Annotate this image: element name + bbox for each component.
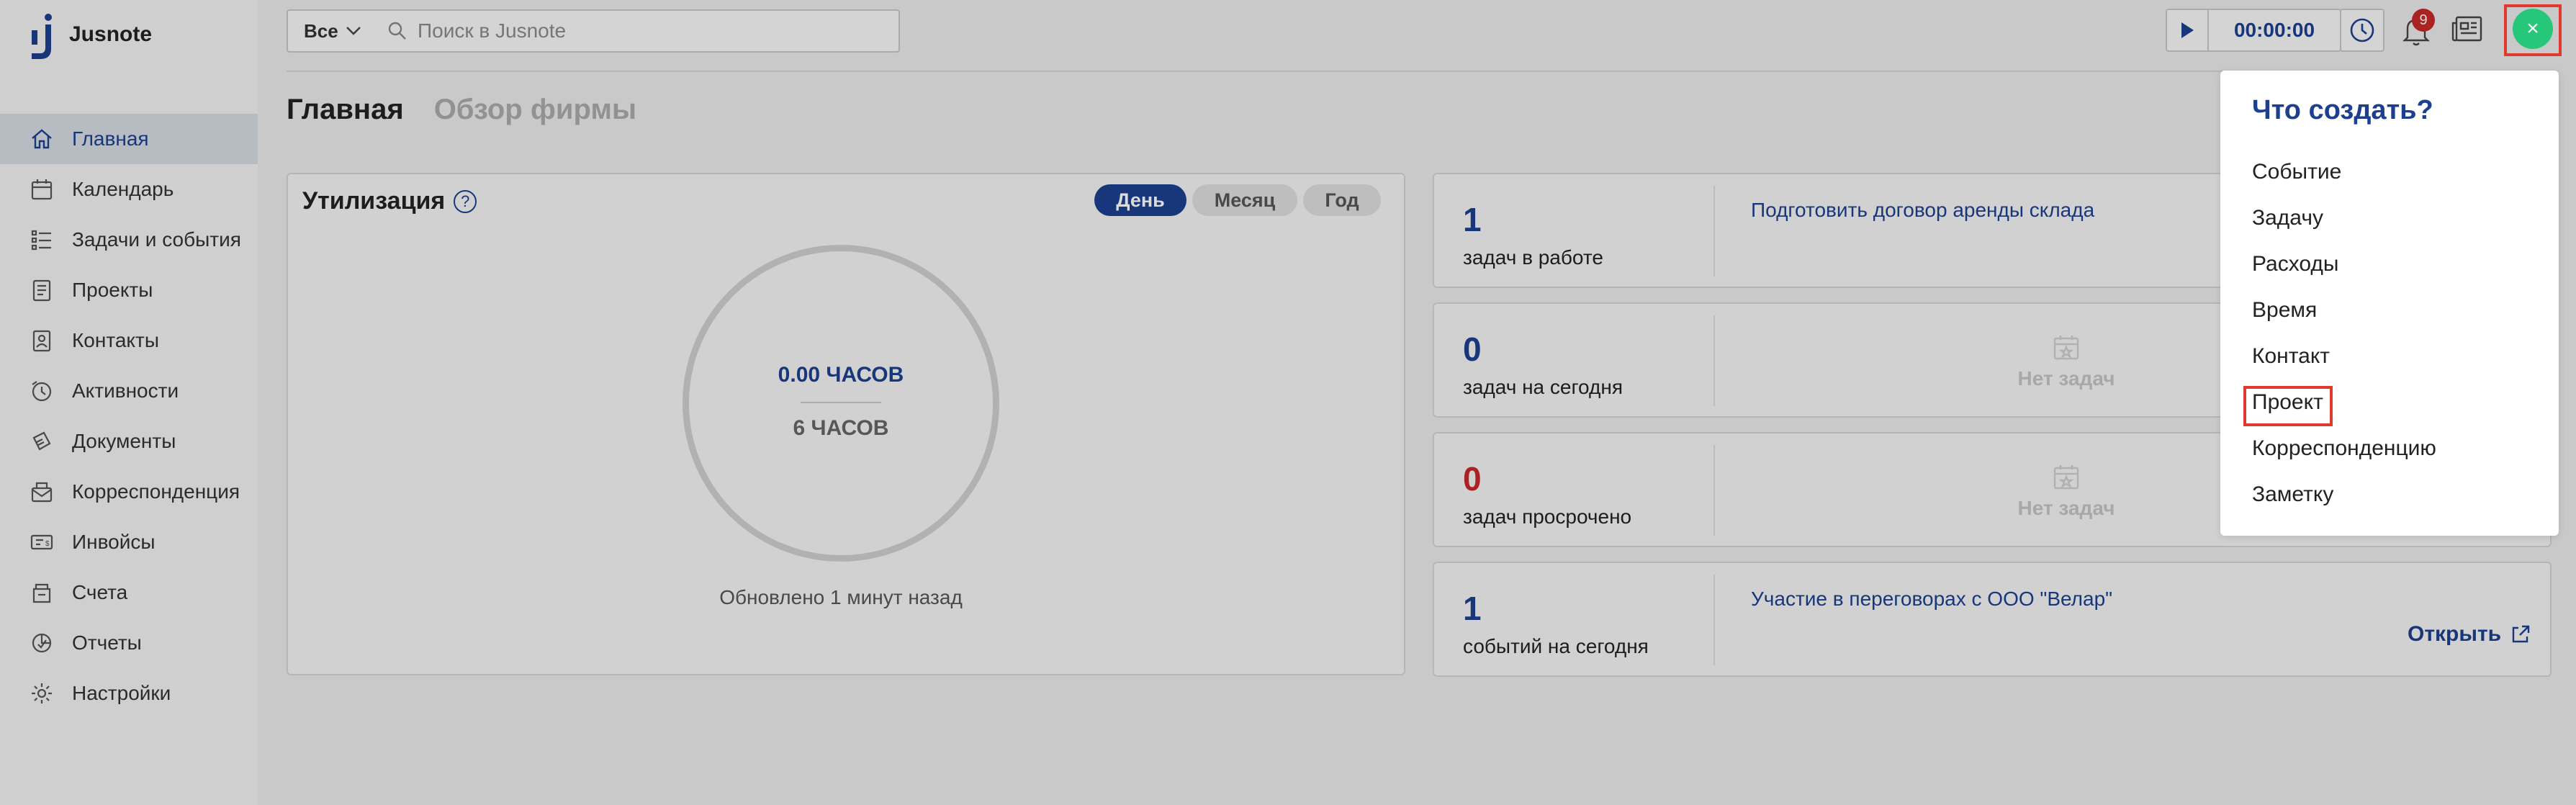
create-menu: Что создать? Событие Задачу Расходы Врем… (2220, 71, 2559, 536)
create-menu-item-note[interactable]: Заметку (2252, 482, 2333, 507)
create-menu-item-time[interactable]: Время (2252, 298, 2317, 323)
create-menu-item-task[interactable]: Задачу (2252, 206, 2323, 230)
project-item-highlight (2243, 386, 2333, 426)
modal-backdrop[interactable] (0, 0, 2576, 805)
create-menu-item-event[interactable]: Событие (2252, 160, 2341, 184)
create-menu-item-correspondence[interactable]: Корреспонденцию (2252, 436, 2436, 461)
create-close-button[interactable]: × (2513, 9, 2553, 49)
create-menu-title: Что создать? (2252, 95, 2433, 125)
create-menu-item-contact[interactable]: Контакт (2252, 344, 2330, 369)
create-menu-item-expense[interactable]: Расходы (2252, 252, 2338, 276)
